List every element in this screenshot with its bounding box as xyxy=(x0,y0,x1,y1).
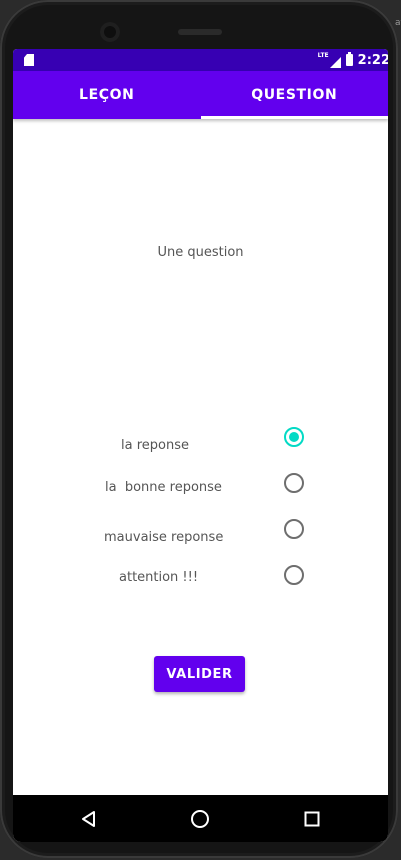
recents-icon[interactable] xyxy=(300,807,324,831)
answer-label: la reponse xyxy=(121,438,189,453)
sd-card-icon xyxy=(24,54,34,66)
lte-signal-icon: LTE xyxy=(318,52,341,68)
tab-lecon[interactable]: LEÇON xyxy=(13,71,201,119)
answer-radio-1[interactable] xyxy=(284,427,304,447)
status-indicators: LTE 2:22 xyxy=(318,49,388,71)
tab-bar: LEÇON QUESTION xyxy=(13,71,388,119)
app-screen: LTE 2:22 LEÇON QUESTION Une question la … xyxy=(13,49,388,842)
answer-option-4[interactable]: attention !!! xyxy=(13,561,388,589)
answer-option-1[interactable]: la reponse xyxy=(13,423,388,453)
earpiece-speaker xyxy=(178,29,222,35)
device-frame: LTE 2:22 LEÇON QUESTION Une question la … xyxy=(0,0,398,858)
battery-charging-icon xyxy=(345,52,353,66)
answer-radio-3[interactable] xyxy=(284,519,304,539)
answer-label: mauvaise reponse xyxy=(104,530,224,545)
front-camera xyxy=(100,22,120,42)
answer-option-2[interactable]: la bonne reponse xyxy=(13,469,388,497)
answer-radio-4[interactable] xyxy=(284,565,304,585)
network-type-label: LTE xyxy=(317,52,329,59)
status-bar: LTE 2:22 xyxy=(13,49,388,71)
back-icon[interactable] xyxy=(77,807,101,831)
signal-strength-icon xyxy=(329,57,341,68)
home-icon[interactable] xyxy=(188,807,212,831)
validate-button[interactable]: VALIDER xyxy=(154,656,245,692)
answer-label: attention !!! xyxy=(119,570,199,585)
navigation-bar xyxy=(13,795,388,842)
answer-radio-2[interactable] xyxy=(284,473,304,493)
status-clock: 2:22 xyxy=(357,52,388,68)
question-text: Une question xyxy=(157,245,244,260)
tab-question[interactable]: QUESTION xyxy=(200,71,389,119)
answer-option-3[interactable]: mauvaise reponse xyxy=(13,515,388,545)
answer-label: la bonne reponse xyxy=(105,480,222,495)
